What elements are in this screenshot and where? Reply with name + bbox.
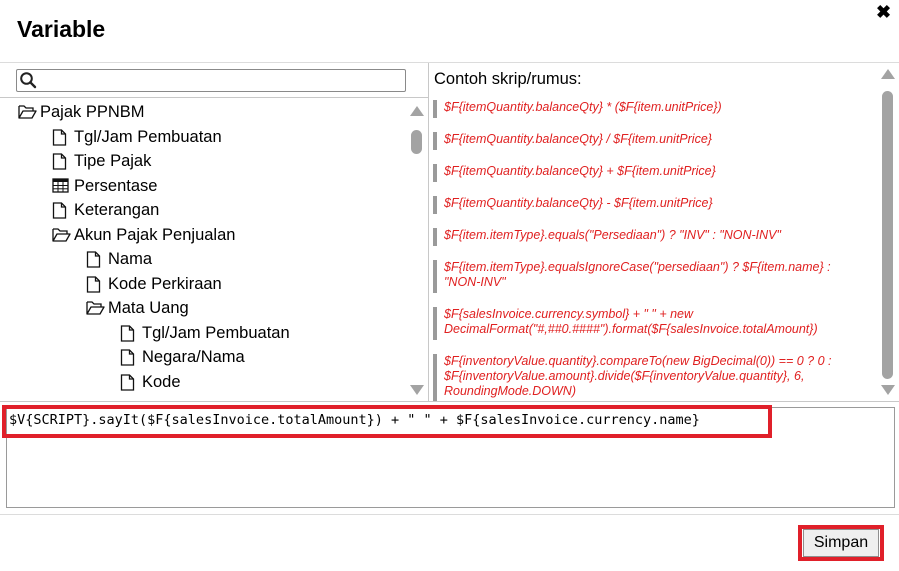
file-icon xyxy=(86,276,105,293)
tree-item-label: Pajak PPNBM xyxy=(40,103,145,121)
search-input[interactable] xyxy=(16,69,406,92)
tree-item-negara-nama[interactable]: Negara/Nama xyxy=(120,348,245,367)
example-item[interactable]: $F{itemQuantity.balanceQty} / $F{item.un… xyxy=(433,132,863,150)
file-icon xyxy=(52,202,71,219)
tree-item-kode-perkiraan[interactable]: Kode Perkiraan xyxy=(86,275,222,294)
tree-scrollbar[interactable] xyxy=(409,103,424,399)
file-icon xyxy=(120,374,139,391)
tree-item-label: Nama xyxy=(108,250,153,268)
example-item[interactable]: $F{inventoryValue.quantity}.compareTo(ne… xyxy=(433,354,863,402)
footer-divider xyxy=(0,514,899,515)
tree-item-label: Keterangan xyxy=(74,201,160,219)
table-icon xyxy=(52,178,71,195)
tree-item-label: Kode xyxy=(142,373,181,391)
scroll-thumb[interactable] xyxy=(882,91,893,379)
example-item[interactable]: $F{itemQuantity.balanceQty} + $F{item.un… xyxy=(433,164,863,182)
tree-item-tgl-jam-pembuatan[interactable]: Tgl/Jam Pembuatan xyxy=(52,128,222,147)
close-icon[interactable]: ✖ xyxy=(876,2,891,23)
tree-item-tipe-pajak[interactable]: Tipe Pajak xyxy=(52,152,151,171)
examples-scrollbar[interactable] xyxy=(880,66,895,398)
tree-item-label: Persentase xyxy=(74,177,158,195)
example-item[interactable]: $F{itemQuantity.balanceQty} - $F{item.un… xyxy=(433,196,863,214)
search-divider xyxy=(0,97,428,98)
scroll-up-arrow-icon[interactable] xyxy=(410,106,424,116)
variable-tree: Pajak PPNBM Tgl/Jam Pembuatan Tipe Pajak… xyxy=(0,99,408,399)
tree-item-label: Tgl/Jam Pembuatan xyxy=(74,128,222,146)
tree-item-nama[interactable]: Nama xyxy=(86,250,152,269)
tree-item-label: Tipe Pajak xyxy=(74,152,152,170)
tree-item-label: Tgl/Jam Pembuatan xyxy=(142,324,290,342)
example-item[interactable]: $F{itemQuantity.balanceQty} * ($F{item.u… xyxy=(433,100,863,118)
folder-open-icon xyxy=(52,227,71,244)
editor-highlight-box xyxy=(2,405,772,438)
panes-divider xyxy=(0,401,899,402)
scroll-down-arrow-icon[interactable] xyxy=(881,385,895,395)
file-icon xyxy=(120,349,139,366)
tree-item-tgl-jam-pembuatan-2[interactable]: Tgl/Jam Pembuatan xyxy=(120,324,290,343)
tree-item-label: Mata Uang xyxy=(108,299,189,317)
tree-item-pajak-ppnbm[interactable]: Pajak PPNBM xyxy=(18,103,145,122)
example-item[interactable]: $F{salesInvoice.currency.symbol} + " " +… xyxy=(433,307,863,340)
file-icon xyxy=(52,129,71,146)
scroll-down-arrow-icon[interactable] xyxy=(410,385,424,395)
examples-heading: Contoh skrip/rumus: xyxy=(434,70,582,88)
tree-item-label: Negara/Nama xyxy=(142,348,245,366)
examples-panel: Contoh skrip/rumus: $F{itemQuantity.bala… xyxy=(429,63,899,402)
file-icon xyxy=(120,325,139,342)
file-icon xyxy=(52,153,71,170)
scroll-up-arrow-icon[interactable] xyxy=(881,69,895,79)
example-item[interactable]: $F{item.itemType}.equalsIgnoreCase("pers… xyxy=(433,260,863,293)
tree-item-mata-uang[interactable]: Mata Uang xyxy=(86,299,189,318)
folder-open-icon xyxy=(18,104,37,121)
file-icon xyxy=(86,251,105,268)
example-item[interactable]: $F{item.itemType}.equals("Persediaan") ?… xyxy=(433,228,863,246)
tree-item-keterangan[interactable]: Keterangan xyxy=(52,201,159,220)
search-icon xyxy=(20,72,37,89)
dialog-title: Variable xyxy=(17,16,106,42)
tree-item-kode[interactable]: Kode xyxy=(120,373,181,392)
save-button[interactable]: Simpan xyxy=(803,529,879,557)
tree-item-persentase[interactable]: Persentase xyxy=(52,177,157,196)
tree-item-label: Kode Perkiraan xyxy=(108,275,222,293)
folder-open-icon xyxy=(86,300,105,317)
tree-item-label: Akun Pajak Penjualan xyxy=(74,226,236,244)
scroll-thumb[interactable] xyxy=(411,130,422,154)
tree-item-akun-pajak-penjualan[interactable]: Akun Pajak Penjualan xyxy=(52,226,235,245)
variable-tree-panel: Pajak PPNBM Tgl/Jam Pembuatan Tipe Pajak… xyxy=(0,63,429,401)
